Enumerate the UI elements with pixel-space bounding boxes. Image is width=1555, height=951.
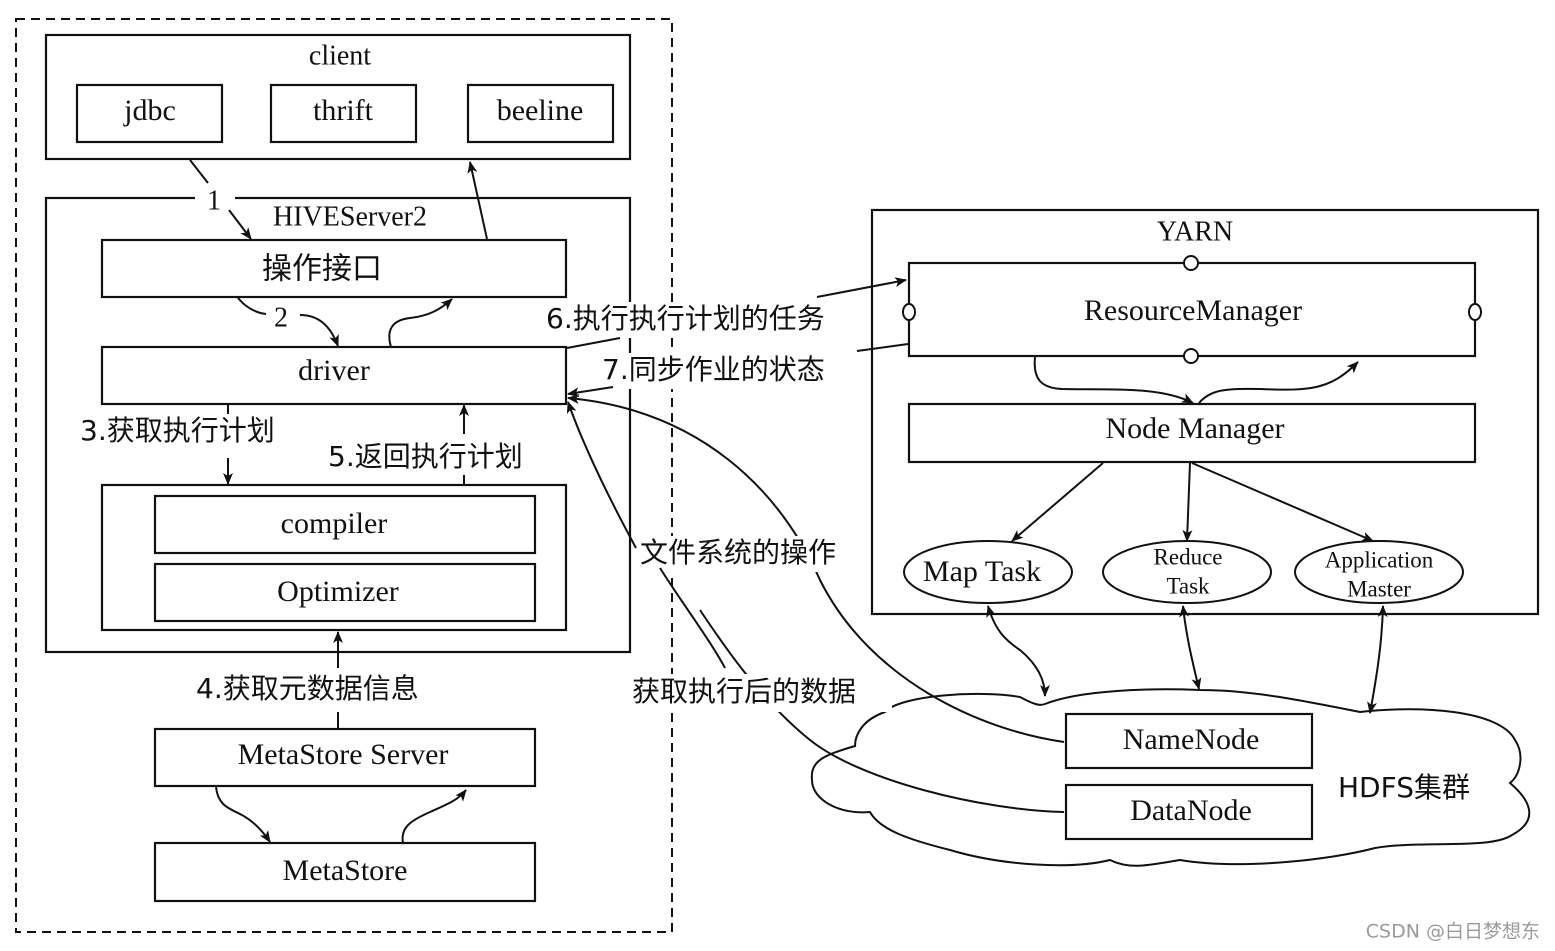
- yarn-title: YARN: [1157, 216, 1233, 247]
- fs-ops-label: 文件系统的操作: [640, 536, 836, 569]
- step2-label: 2: [274, 302, 288, 333]
- step3-label: 3.获取执行计划: [80, 414, 275, 447]
- client-group: client jdbc thrift beeline: [44, 33, 632, 161]
- am-hdfs-arrow: [1367, 605, 1388, 714]
- fetch-curve-upper: [659, 567, 726, 669]
- step6-label: 6.执行执行计划的任务: [546, 302, 825, 335]
- beeline-label: beeline: [497, 94, 584, 127]
- datanode-label: DataNode: [1130, 794, 1252, 827]
- port-bottom: [1183, 348, 1199, 364]
- map-hdfs-arrow: [986, 605, 1050, 697]
- step1-arrow-top: [189, 159, 209, 184]
- port-right: [1468, 303, 1482, 321]
- yarn-group: YARN ResourceManager Node Manager Map Ta…: [870, 208, 1540, 616]
- metastore-to-server-arrow: [401, 789, 467, 844]
- port-top: [1183, 255, 1199, 271]
- reduce-task-label-2: Task: [1166, 573, 1210, 598]
- node-manager-label: Node Manager: [1105, 412, 1284, 445]
- metastore-server-label: MetaStore Server: [238, 738, 449, 771]
- client-title: client: [309, 40, 371, 71]
- metastore-label: MetaStore: [283, 854, 408, 887]
- server-to-metastore-arrow: [215, 786, 271, 843]
- hiveserver2-title: HIVEServer2: [273, 201, 427, 232]
- map-task-label: Map Task: [923, 555, 1041, 588]
- port-left: [902, 303, 916, 321]
- optimizer-label: Optimizer: [277, 575, 399, 608]
- thrift-label: thrift: [313, 94, 374, 127]
- hdfs-title: HDFS集群: [1338, 771, 1470, 804]
- resource-manager-label: ResourceManager: [1084, 294, 1302, 327]
- step7-label: 7.同步作业的状态: [602, 353, 825, 386]
- reduce-task-label-1: Reduce: [1154, 544, 1223, 569]
- jdbc-label: jdbc: [123, 94, 176, 127]
- driver-label: driver: [298, 354, 370, 387]
- step4-label: 4.获取元数据信息: [196, 672, 419, 705]
- app-master-label-2: Master: [1347, 576, 1411, 601]
- app-master-label-1: Application: [1325, 547, 1434, 572]
- watermark: CSDN @白日梦想东: [1366, 921, 1540, 943]
- step5-label: 5.返回执行计划: [328, 440, 523, 473]
- compiler-label: compiler: [281, 507, 388, 540]
- step1-label: 1: [207, 185, 221, 216]
- reduce-hdfs-arrow: [1179, 605, 1202, 690]
- namenode-label: NameNode: [1123, 723, 1260, 756]
- hive-architecture-diagram: client jdbc thrift beeline HIVEServer2 操…: [15, 18, 1540, 943]
- fetch-result-label: 获取执行后的数据: [632, 675, 856, 708]
- interface-label: 操作接口: [262, 252, 382, 287]
